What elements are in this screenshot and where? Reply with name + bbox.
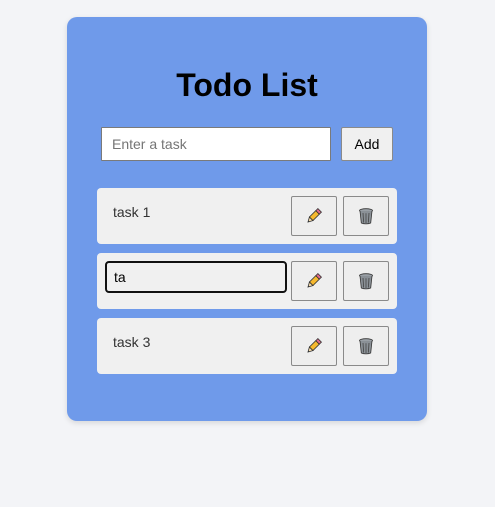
task-item: task 1 [97,188,397,244]
task-item-editing [97,253,397,309]
edit-task-input[interactable] [105,261,287,293]
pencil-icon [305,272,323,290]
page-title: Todo List [176,67,318,103]
add-task-button[interactable]: Add [341,127,393,161]
wastebasket-icon [357,207,375,225]
wastebasket-icon [357,337,375,355]
delete-task-button[interactable] [343,326,389,366]
delete-task-button[interactable] [343,196,389,236]
edit-task-button[interactable] [291,261,337,301]
delete-task-button[interactable] [343,261,389,301]
wastebasket-icon [357,272,375,290]
edit-task-button[interactable] [291,326,337,366]
pencil-icon [305,337,323,355]
edit-task-button[interactable] [291,196,337,236]
task-text: task 1 [113,204,151,220]
task-text: task 3 [113,334,151,350]
todo-card: Todo List Add task 1 [67,17,427,421]
task-item: task 3 [97,318,397,374]
new-task-input[interactable] [101,127,331,161]
pencil-icon [305,207,323,225]
